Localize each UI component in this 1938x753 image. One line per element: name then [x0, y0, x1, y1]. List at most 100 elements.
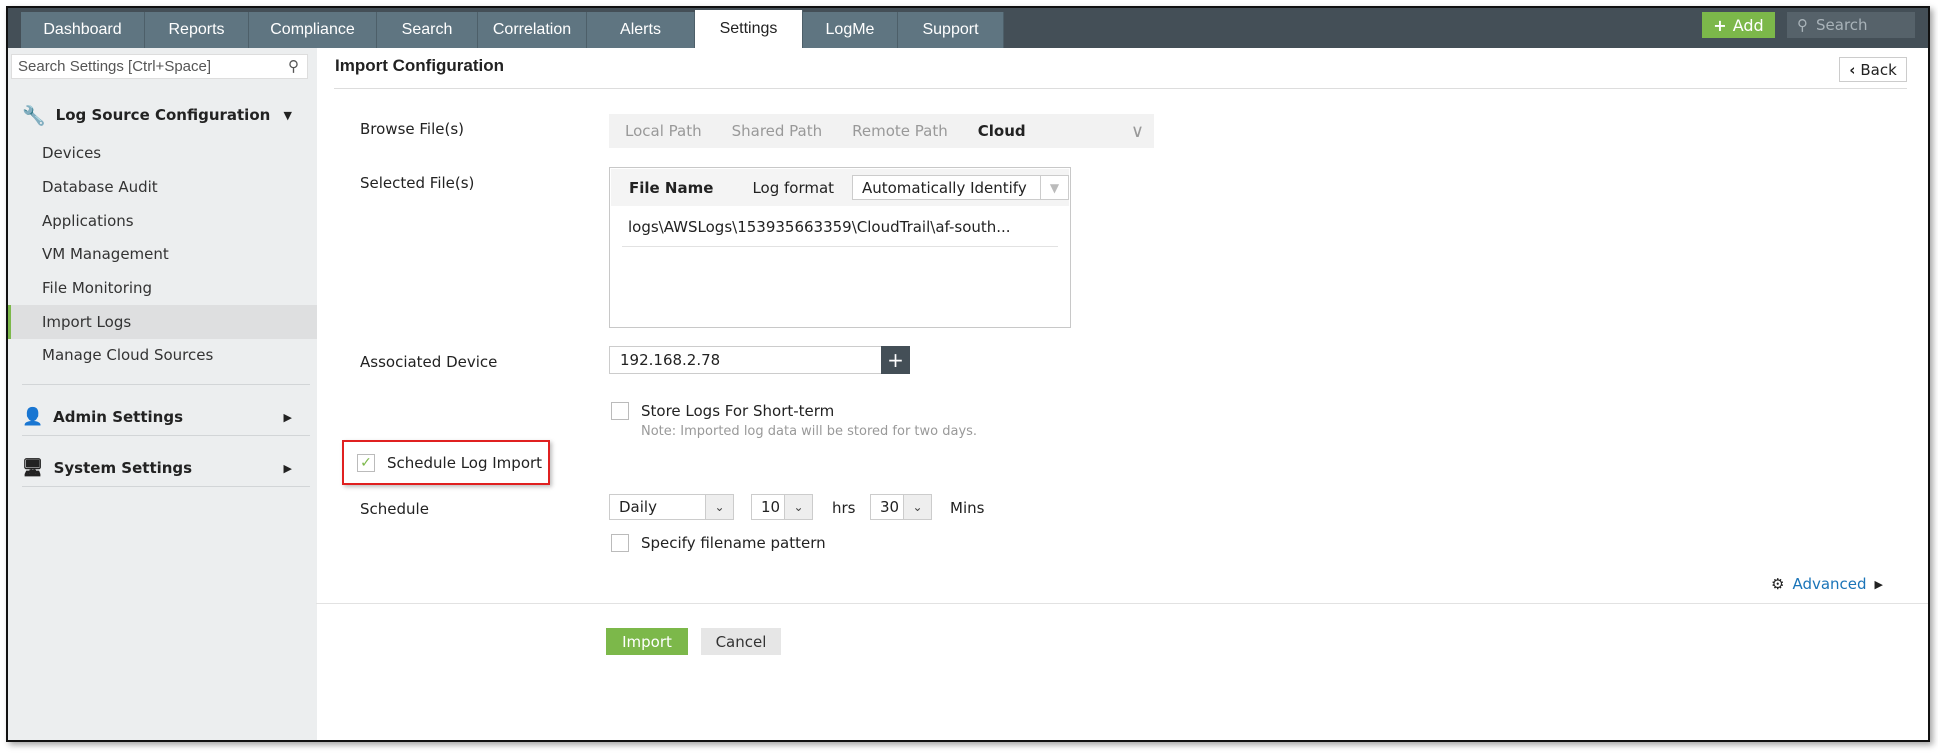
- settings-search-input[interactable]: Search Settings [Ctrl+Space] ⚲: [11, 54, 308, 79]
- chevron-down-icon[interactable]: ∨: [1131, 121, 1144, 142]
- caret-right-icon: ▶: [283, 410, 292, 424]
- store-short-term-note: Note: Imported log data will be stored f…: [641, 424, 978, 439]
- user-gear-icon: 👤: [22, 407, 44, 427]
- store-short-term-checkbox[interactable]: [611, 402, 629, 420]
- plus-icon: +: [1713, 15, 1727, 35]
- caret-down-icon: ▼: [1040, 176, 1068, 199]
- file-name: logs\AWSLogs\153935663359\CloudTrail\af-…: [628, 217, 1011, 236]
- caret-right-icon: ▶: [1874, 577, 1884, 591]
- browse-label: Browse File(s): [360, 120, 465, 138]
- caret-down-icon: ▼: [283, 108, 292, 122]
- chevron-down-icon: ⌄: [784, 495, 812, 519]
- section-system-settings[interactable]: 🖥 System Settings ▶: [22, 456, 312, 480]
- selected-files-table: File Name Log format Automatically Ident…: [609, 167, 1071, 328]
- add-device-button[interactable]: +: [881, 346, 910, 374]
- store-short-term-option[interactable]: Store Logs For Short-term: [611, 402, 834, 420]
- tab-compliance[interactable]: Compliance: [249, 12, 377, 48]
- section-log-source-configuration[interactable]: 🔧 Log Source Configuration ▼: [22, 103, 312, 127]
- store-short-term-label: Store Logs For Short-term: [641, 402, 835, 420]
- search-icon: ⚲: [1797, 16, 1808, 34]
- plus-icon: +: [887, 348, 904, 372]
- option-shared-path[interactable]: Shared Path: [732, 122, 823, 140]
- col-file-name: File Name: [629, 178, 714, 197]
- table-row: logs\AWSLogs\153935663359\CloudTrail\af-…: [622, 207, 1058, 247]
- filename-pattern-option[interactable]: Specify filename pattern: [611, 534, 826, 552]
- global-search[interactable]: ⚲ Search: [1787, 12, 1915, 38]
- hours-select[interactable]: 10 ⌄: [751, 494, 813, 520]
- search-placeholder: Search: [1816, 16, 1868, 34]
- selected-files-label: Selected File(s): [360, 174, 475, 192]
- schedule-label: Schedule: [360, 500, 429, 518]
- import-button[interactable]: Import: [606, 628, 688, 655]
- section-label: System Settings: [53, 459, 193, 477]
- hours-value: 10: [761, 498, 781, 516]
- search-icon[interactable]: ⚲: [288, 57, 299, 75]
- add-button[interactable]: + Add: [1702, 12, 1775, 38]
- option-remote-path[interactable]: Remote Path: [852, 122, 948, 140]
- tab-correlation[interactable]: Correlation: [478, 12, 587, 48]
- frequency-select[interactable]: Daily ⌄: [609, 494, 734, 520]
- sidebar-item-file-monitoring[interactable]: File Monitoring: [8, 271, 317, 305]
- divider: [22, 435, 310, 436]
- sidebar-item-applications[interactable]: Applications: [8, 204, 317, 238]
- add-label: Add: [1732, 15, 1764, 35]
- settings-search-placeholder: Search Settings [Ctrl+Space]: [18, 58, 212, 75]
- table-header: File Name Log format Automatically Ident…: [611, 169, 1069, 206]
- sidebar-item-database-audit[interactable]: Database Audit: [8, 170, 317, 204]
- sidebar-item-import-logs[interactable]: Import Logs: [8, 305, 317, 339]
- associated-device-input[interactable]: 192.168.2.78: [609, 346, 882, 374]
- app-window: Dashboard Reports Compliance Search Corr…: [6, 6, 1930, 742]
- frequency-value: Daily: [619, 498, 657, 516]
- caret-right-icon: ▶: [283, 461, 292, 475]
- schedule-log-import-option[interactable]: ✓ Schedule Log Import: [357, 454, 542, 472]
- filename-pattern-checkbox[interactable]: [611, 534, 629, 552]
- advanced-label: Advanced: [1792, 575, 1867, 593]
- col-log-format: Log format: [752, 178, 835, 197]
- sidebar: Search Settings [Ctrl+Space] ⚲ 🔧 Log Sourc…: [8, 48, 317, 740]
- tools-icon: 🔧: [22, 104, 46, 127]
- sidebar-item-vm-management[interactable]: VM Management: [8, 237, 317, 271]
- tab-settings[interactable]: Settings: [695, 10, 803, 48]
- section-admin-settings[interactable]: 👤 Admin Settings ▶: [22, 405, 312, 429]
- cancel-button[interactable]: Cancel: [701, 628, 781, 655]
- page-title: Import Configuration: [335, 56, 505, 75]
- filename-pattern-label: Specify filename pattern: [641, 534, 826, 552]
- log-format-value: Automatically Identify: [861, 178, 1027, 197]
- option-cloud[interactable]: Cloud: [978, 122, 1026, 140]
- log-format-select[interactable]: Automatically Identify ▼: [851, 175, 1069, 200]
- sidebar-item-devices[interactable]: Devices: [8, 136, 317, 170]
- gear-icon: ⚙: [1771, 575, 1785, 593]
- device-value: 192.168.2.78: [620, 351, 721, 369]
- associated-device-label: Associated Device: [360, 353, 498, 371]
- divider: [22, 486, 310, 487]
- monitor-gear-icon: 🖥: [22, 458, 44, 478]
- browse-source-selector: Local Path Shared Path Remote Path Cloud…: [609, 114, 1154, 148]
- schedule-log-import-label: Schedule Log Import: [387, 454, 543, 472]
- checkmark-icon: ✓: [360, 455, 372, 471]
- tab-search[interactable]: Search: [377, 12, 478, 48]
- tab-logme[interactable]: LogMe: [803, 12, 898, 48]
- tab-alerts[interactable]: Alerts: [587, 12, 695, 48]
- minutes-value: 30: [880, 498, 900, 516]
- section-label: Admin Settings: [53, 408, 183, 426]
- schedule-log-import-checkbox[interactable]: ✓: [357, 454, 375, 472]
- advanced-link[interactable]: ⚙ Advanced ▶: [1771, 575, 1883, 593]
- tab-reports[interactable]: Reports: [145, 12, 249, 48]
- mins-label: Mins: [950, 499, 985, 517]
- hrs-label: hrs: [832, 499, 856, 517]
- chevron-down-icon: ⌄: [903, 495, 931, 519]
- divider: [22, 384, 310, 385]
- divider: [316, 603, 1928, 604]
- chevron-left-icon: ‹: [1849, 60, 1856, 79]
- divider: [334, 88, 1907, 89]
- back-button[interactable]: ‹ Back: [1839, 57, 1907, 82]
- tab-support[interactable]: Support: [898, 12, 1004, 48]
- tab-dashboard[interactable]: Dashboard: [21, 12, 145, 48]
- chevron-down-icon: ⌄: [705, 495, 733, 519]
- sidebar-item-manage-cloud-sources[interactable]: Manage Cloud Sources: [8, 338, 317, 372]
- minutes-select[interactable]: 30 ⌄: [870, 494, 932, 520]
- section-label: Log Source Configuration: [55, 106, 271, 124]
- top-nav: Dashboard Reports Compliance Search Corr…: [8, 8, 1928, 48]
- back-label: Back: [1860, 60, 1897, 79]
- option-local-path[interactable]: Local Path: [625, 122, 702, 140]
